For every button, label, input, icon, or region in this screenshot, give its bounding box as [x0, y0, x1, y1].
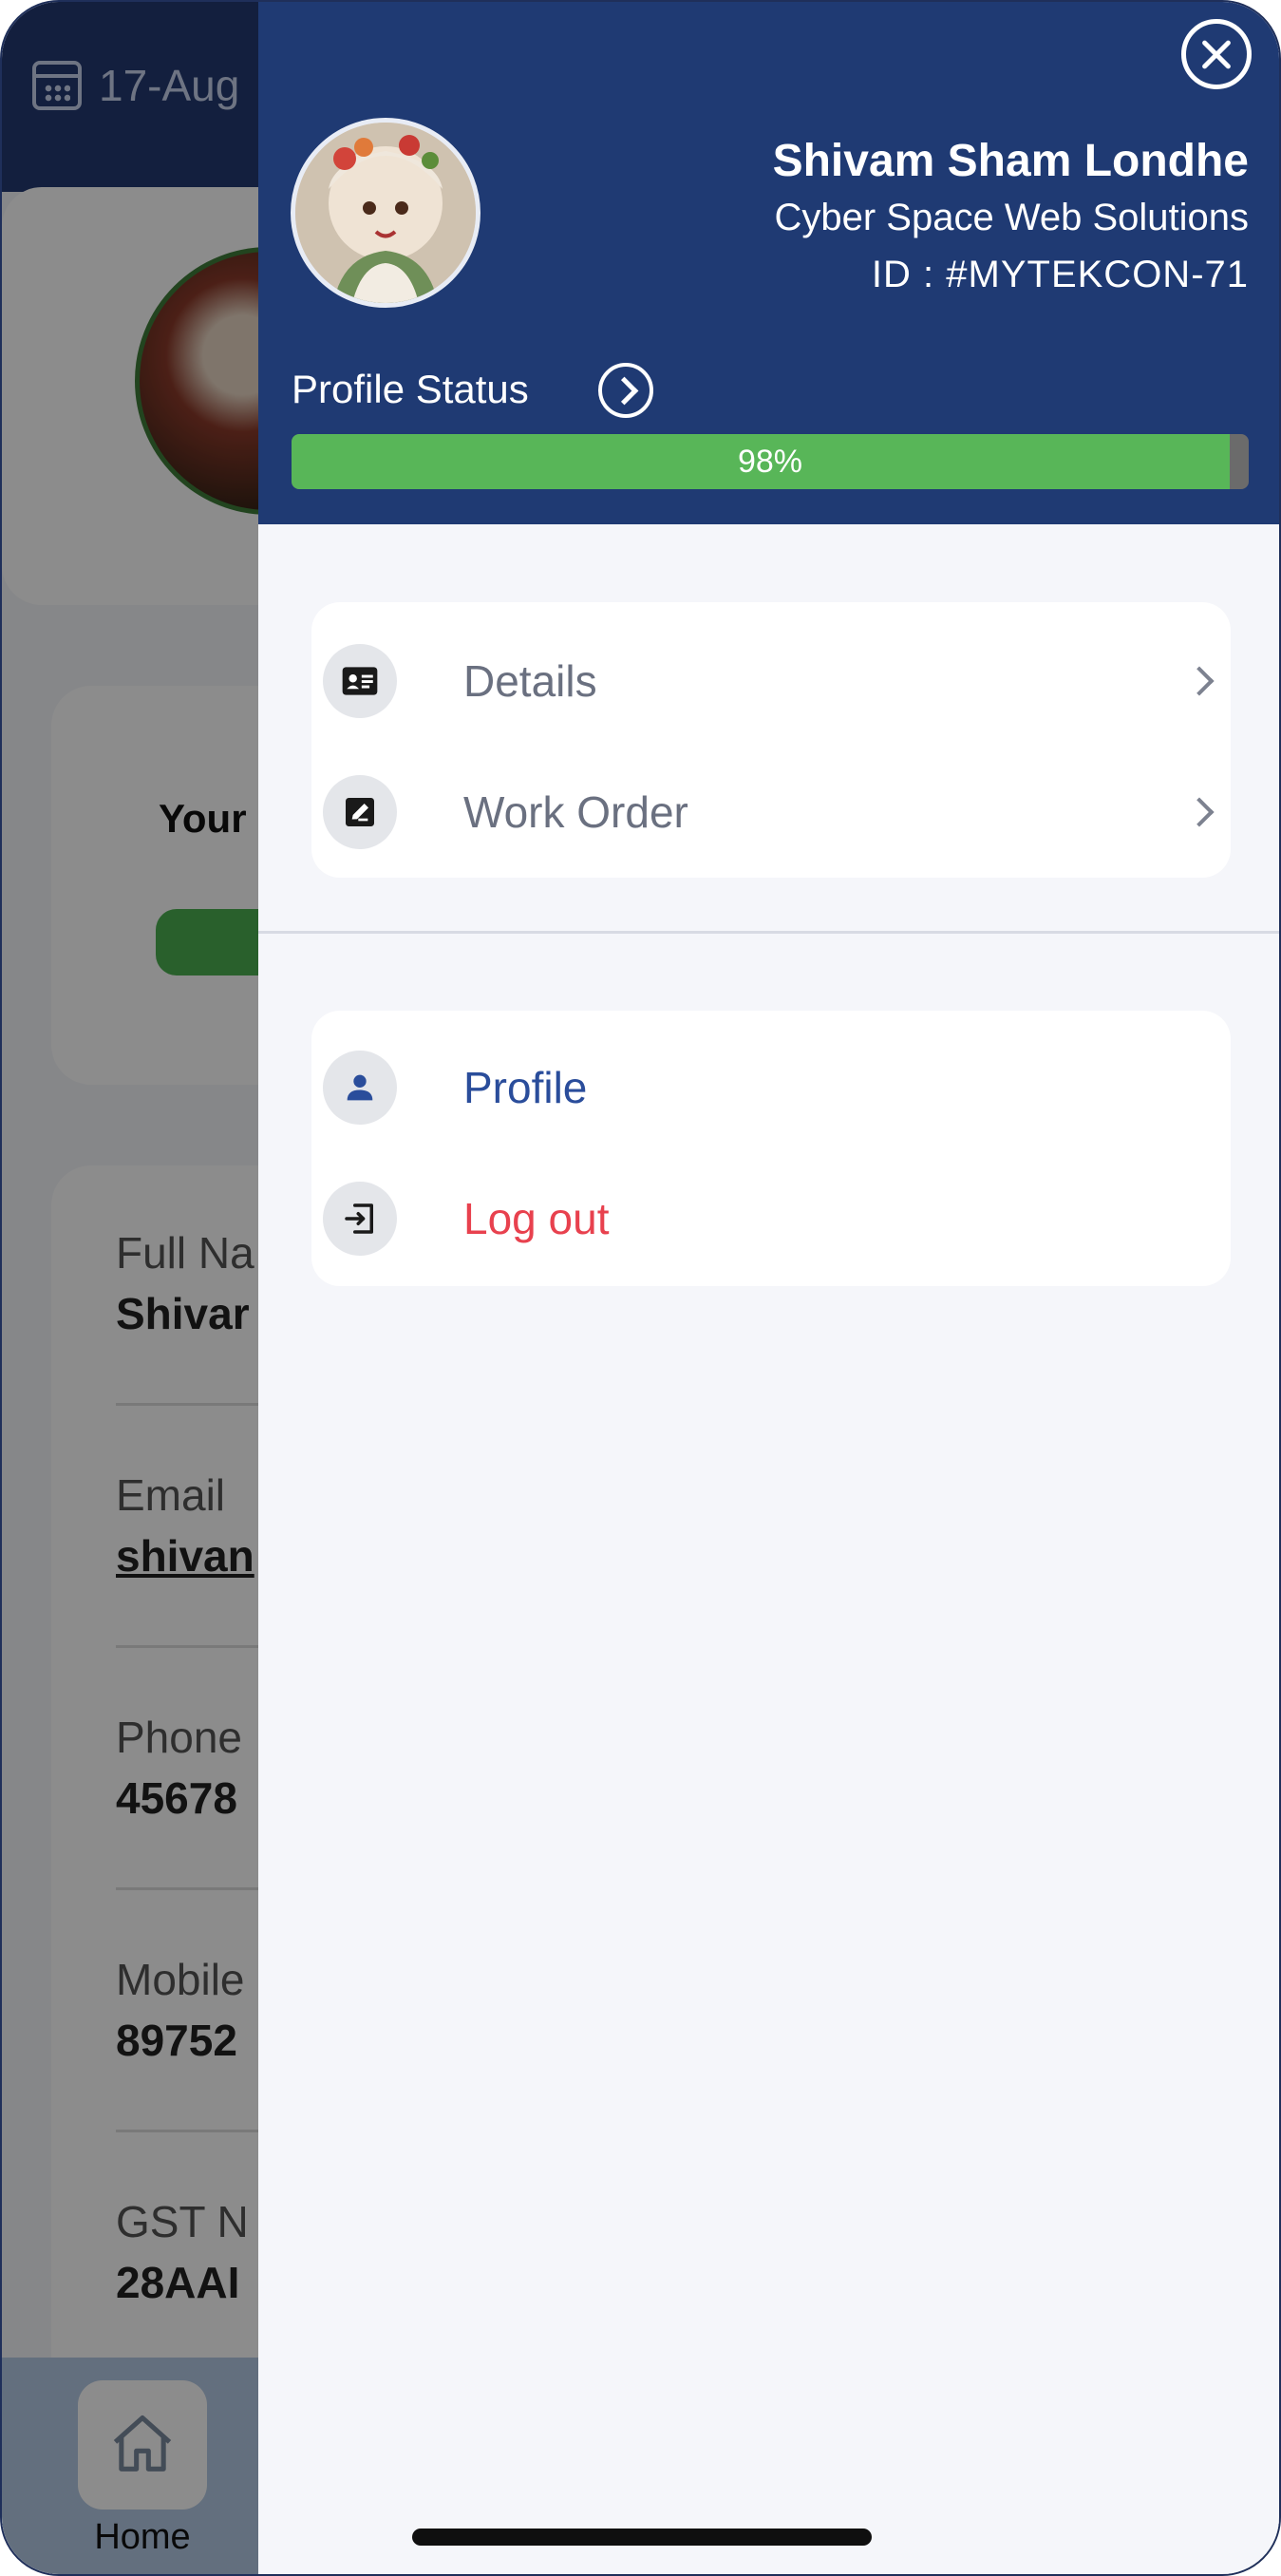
menu-item-logout[interactable]: Log out [311, 1166, 1231, 1271]
chevron-right-circle-icon[interactable] [598, 363, 653, 418]
menu-item-profile[interactable]: Profile [311, 1035, 1231, 1140]
user-name: Shivam Sham Londhe [772, 136, 1249, 186]
menu-item-label: Details [463, 656, 597, 706]
avatar-image [295, 123, 476, 303]
profile-status-label: Profile Status [292, 367, 529, 411]
user-id: ID : #MYTEKCON-71 [871, 254, 1249, 295]
menu-card-secondary: Profile Log out [311, 1011, 1231, 1286]
menu-item-details[interactable]: Details [311, 629, 1231, 733]
id-card-icon [323, 644, 397, 718]
home-indicator [412, 2529, 872, 2546]
menu-divider [258, 931, 1279, 934]
logout-icon [323, 1182, 397, 1256]
menu-item-label: Work Order [463, 787, 688, 837]
menu-item-work-order[interactable]: Work Order [311, 760, 1231, 864]
menu-card-primary: Details Work Order [311, 602, 1231, 878]
menu-item-label: Log out [463, 1194, 610, 1243]
progress-text: 98% [737, 444, 803, 480]
chevron-right-icon [1184, 797, 1215, 827]
user-avatar[interactable] [291, 118, 480, 308]
drawer-header: Shivam Sham Londhe Cyber Space Web Solut… [258, 2, 1279, 524]
menu-item-label: Profile [463, 1063, 588, 1112]
user-company: Cyber Space Web Solutions [774, 197, 1249, 238]
edit-icon [323, 775, 397, 849]
side-drawer: Shivam Sham Londhe Cyber Space Web Solut… [258, 2, 1279, 2574]
phone-screen: 17-Aug Your Full Na Shivar Email shivan … [0, 0, 1281, 2576]
chevron-right-icon [1184, 666, 1215, 696]
person-icon [323, 1051, 397, 1125]
close-icon[interactable] [1181, 19, 1252, 89]
profile-progress-bar: 98% [292, 434, 1249, 489]
